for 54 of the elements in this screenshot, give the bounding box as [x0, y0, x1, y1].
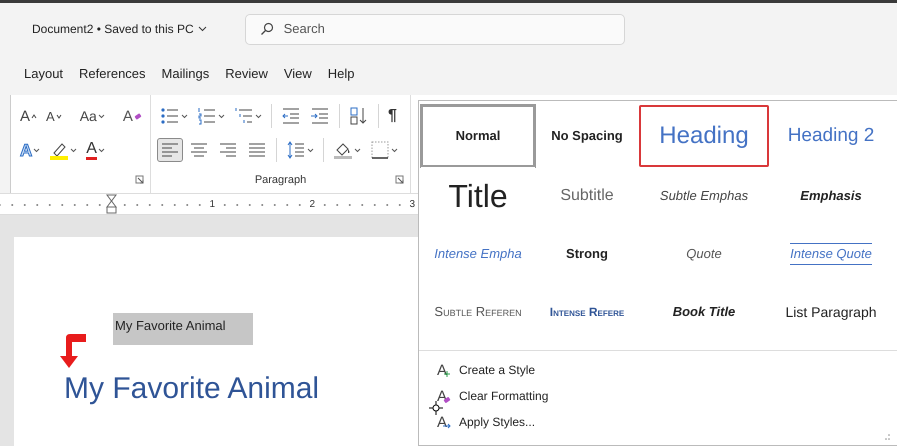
ribbon-tab[interactable]: Mailings	[156, 62, 216, 86]
sort-icon	[349, 106, 369, 126]
down-caret-icon	[56, 114, 62, 118]
eraser-icon	[134, 112, 142, 120]
menu-item[interactable]: A Create a Style	[433, 357, 897, 383]
font-color-button[interactable]: A	[83, 138, 108, 162]
menu-item[interactable]: A Apply Styles...	[433, 409, 897, 435]
caret-icon	[255, 114, 262, 118]
caret-icon	[98, 148, 105, 152]
ribbon-tab[interactable]: Review	[219, 62, 274, 86]
caret-icon	[70, 148, 78, 152]
change-case-button[interactable]: Aa	[76, 107, 108, 125]
ruler-number: 3	[407, 198, 417, 210]
up-caret-icon	[31, 114, 38, 118]
grow-font-button[interactable]: A	[17, 106, 40, 126]
paragraph-marks-button[interactable]: ¶	[385, 106, 400, 126]
chevron-down-icon	[198, 26, 207, 32]
document-title-button[interactable]: Document2 • Saved to this PC	[32, 20, 207, 38]
shrink-font-button[interactable]: A	[43, 108, 65, 124]
dragged-text: My Favorite Animal	[113, 313, 253, 345]
borders-icon	[370, 140, 390, 160]
caret-icon	[354, 148, 361, 152]
ribbon-tab[interactable]: Help	[322, 62, 361, 86]
align-left-button[interactable]	[157, 138, 183, 162]
move-cursor-icon	[428, 400, 444, 416]
caret-icon	[181, 114, 188, 118]
caret-icon	[98, 114, 105, 118]
numbering-icon	[197, 106, 217, 126]
caret-icon	[218, 114, 225, 118]
bullets-icon	[160, 106, 180, 126]
ruler-number: 1	[207, 198, 217, 210]
ribbon-tab[interactable]: View	[278, 62, 318, 86]
document-heading: My Favorite Animal	[64, 371, 320, 407]
style-option[interactable]: Normal	[421, 105, 535, 167]
ribbon-tab[interactable]: References	[73, 62, 152, 86]
increase-indent-icon	[310, 106, 330, 126]
caret-icon	[391, 148, 398, 152]
search-input[interactable]: Search	[282, 18, 582, 40]
caret-icon	[33, 148, 40, 152]
caret-icon	[307, 148, 314, 152]
multilevel-list-icon	[234, 106, 254, 126]
search-icon	[260, 22, 274, 36]
indent-marker-icon[interactable]	[106, 194, 117, 214]
search-field[interactable]: Search	[244, 14, 625, 44]
ruler-number: 2	[307, 198, 317, 210]
decrease-indent-icon	[281, 106, 301, 126]
ribbon-tab[interactable]: Layout	[18, 62, 70, 86]
line-spacing-icon	[286, 140, 306, 160]
clear-formatting-button[interactable]: A	[120, 106, 145, 126]
style-option[interactable]: Heading	[639, 105, 769, 167]
group-label: Paragraph	[254, 172, 306, 188]
resize-grip-icon	[885, 433, 891, 441]
dialog-launcher-icon	[135, 175, 144, 184]
dialog-launcher-icon	[395, 175, 404, 184]
